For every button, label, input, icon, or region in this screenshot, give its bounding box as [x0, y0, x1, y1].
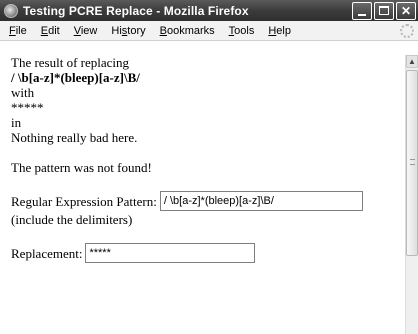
window-controls: ✕ — [352, 2, 416, 20]
menu-bookmarks[interactable]: Bookmarks — [153, 25, 222, 37]
minimize-icon — [358, 14, 366, 16]
title-bar[interactable]: Testing PCRE Replace - Mozilla Firefox ✕ — [0, 0, 418, 21]
content-top-padding — [0, 41, 418, 55]
menu-bar: File Edit View History Bookmarks Tools H… — [0, 21, 418, 41]
loading-throbber-icon — [400, 24, 414, 38]
close-button[interactable]: ✕ — [396, 2, 416, 20]
replacement-input[interactable]: ***** — [85, 243, 256, 263]
close-icon: ✕ — [400, 4, 412, 18]
menu-history[interactable]: History — [104, 25, 152, 37]
pattern-display: / \b[a-z]*(bleep)[a-z]\B/ — [11, 70, 140, 85]
page-content: The result of replacing / \b[a-z]*(bleep… — [0, 55, 405, 334]
in-label: in — [11, 115, 22, 130]
pattern-input[interactable]: / \b[a-z]*(bleep)[a-z]\B/ — [159, 191, 363, 211]
menu-view[interactable]: View — [67, 25, 105, 37]
scroll-up-button[interactable]: ▲ — [406, 55, 418, 68]
result-message: The pattern was not found! — [11, 160, 152, 175]
menu-tools[interactable]: Tools — [222, 25, 262, 37]
replacement-row: Replacement: ***** — [11, 242, 405, 264]
subject-text: Nothing really bad here. — [11, 130, 138, 145]
result-intro: The result of replacing — [11, 55, 130, 70]
scroll-thumb[interactable] — [406, 70, 418, 256]
menu-file[interactable]: File — [2, 25, 34, 37]
vertical-scrollbar[interactable]: ▲ — [405, 55, 418, 334]
scroll-grip-icon — [410, 159, 415, 165]
pattern-row: Regular Expression Pattern: / \b[a-z]*(b… — [11, 190, 405, 212]
minimize-button[interactable] — [352, 2, 372, 20]
maximize-icon — [379, 6, 389, 15]
replacement-label: Replacement: — [11, 245, 83, 261]
firefox-icon — [4, 3, 18, 18]
menu-help[interactable]: Help — [261, 25, 298, 37]
replacement-display: ***** — [11, 100, 44, 115]
pattern-label: Regular Expression Pattern: — [11, 193, 157, 209]
window-title: Testing PCRE Replace - Mozilla Firefox — [23, 3, 249, 18]
delimiters-note: (include the delimiters) — [11, 212, 133, 227]
maximize-button[interactable] — [374, 2, 394, 20]
with-label: with — [11, 85, 35, 100]
menu-edit[interactable]: Edit — [34, 25, 67, 37]
